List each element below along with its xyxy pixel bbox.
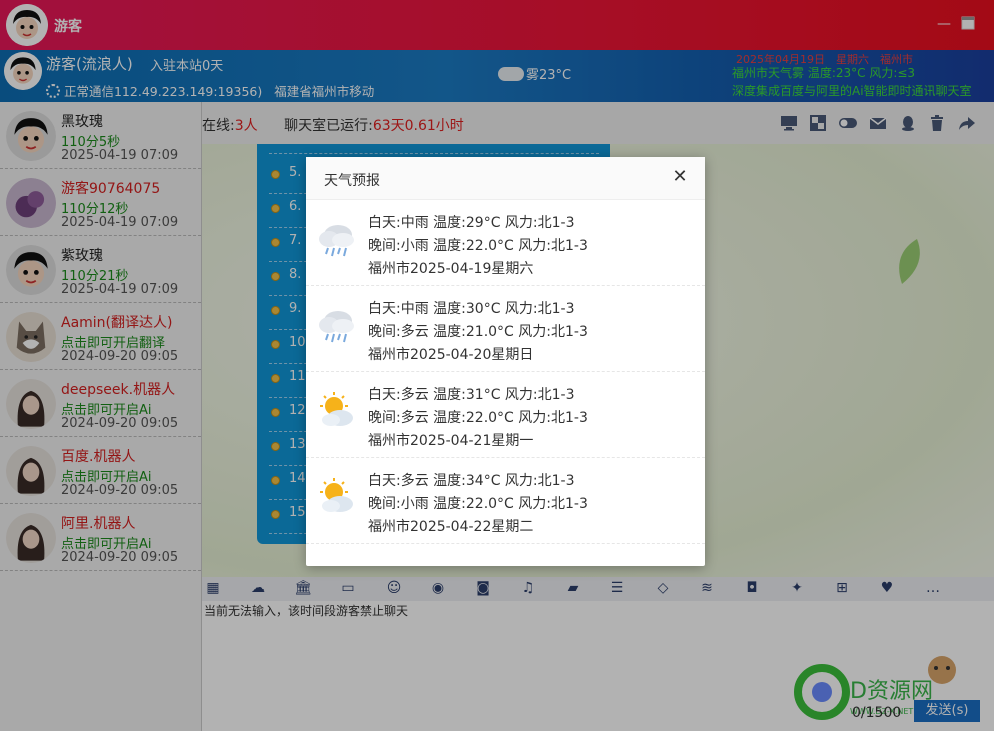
forecast-date: 福州市2025-04-20星期日 [368,347,534,363]
close-icon[interactable]: ✕ [671,168,689,186]
day-forecast: 白天:多云 温度:31°C 风力:北1-3 [368,387,575,403]
modal-title: 天气预报 [324,173,380,189]
forecast-date: 福州市2025-04-22星期二 [368,519,534,535]
sun-cloud-icon [316,390,358,432]
rain-icon [316,218,358,260]
forecast-day: 白天:多云 温度:31°C 风力:北1-3 晚间:多云 温度:22.0°C 风力:… [306,372,705,458]
day-forecast: 白天:中雨 温度:30°C 风力:北1-3 [368,301,575,317]
rain-icon [316,304,358,346]
night-forecast: 晚间:小雨 温度:22.0°C 风力:北1-3 [368,238,588,254]
sun-cloud-icon [316,476,358,518]
forecast-date: 福州市2025-04-19星期六 [368,261,534,277]
forecast-day: 白天:中雨 温度:29°C 风力:北1-3 晚间:小雨 温度:22.0°C 风力:… [306,200,705,286]
night-forecast: 晚间:小雨 温度:22.0°C 风力:北1-3 [368,496,588,512]
forecast-date: 福州市2025-04-21星期一 [368,433,534,449]
modal-header: 天气预报 ✕ [306,157,705,200]
night-forecast: 晚间:多云 温度:21.0°C 风力:北1-3 [368,324,588,340]
forecast-list: 白天:中雨 温度:29°C 风力:北1-3 晚间:小雨 温度:22.0°C 风力:… [306,200,705,544]
day-forecast: 白天:中雨 温度:29°C 风力:北1-3 [368,215,575,231]
forecast-day: 白天:多云 温度:34°C 风力:北1-3 晚间:小雨 温度:22.0°C 风力:… [306,458,705,544]
day-forecast: 白天:多云 温度:34°C 风力:北1-3 [368,473,575,489]
weather-modal: 天气预报 ✕ 白天:中雨 温度:29°C 风力:北1-3 晚间:小雨 温度:22.… [306,157,705,566]
night-forecast: 晚间:多云 温度:22.0°C 风力:北1-3 [368,410,588,426]
forecast-day: 白天:中雨 温度:30°C 风力:北1-3 晚间:多云 温度:21.0°C 风力:… [306,286,705,372]
